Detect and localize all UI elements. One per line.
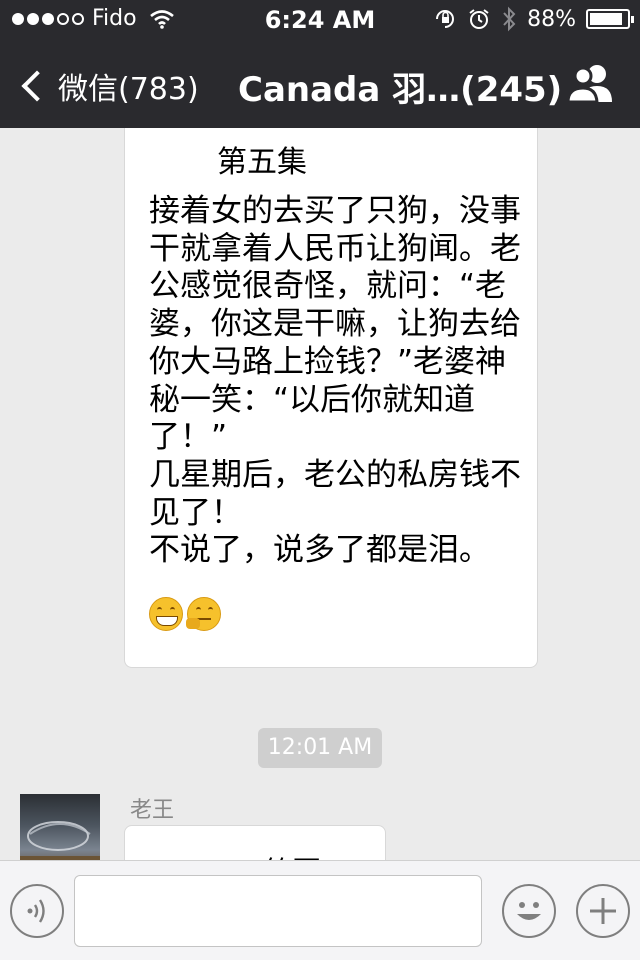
chat-title: Canada 羽…(245) bbox=[238, 70, 563, 110]
grinning-face-icon bbox=[149, 597, 183, 631]
voice-icon bbox=[27, 899, 45, 923]
thinking-face-icon bbox=[186, 597, 221, 631]
input-bar bbox=[0, 860, 640, 960]
message-input[interactable] bbox=[74, 875, 482, 947]
voice-input-button[interactable] bbox=[10, 884, 64, 938]
bluetooth-icon bbox=[503, 6, 516, 32]
battery-level bbox=[590, 13, 622, 25]
back-label: 微信(783) bbox=[58, 72, 199, 107]
status-bar: Fido 6:24 AM 88% bbox=[0, 0, 640, 40]
incoming-message-text: C JOHN 答覆! bbox=[155, 850, 332, 860]
message-timestamp: 12:01 AM bbox=[258, 728, 382, 768]
group-members-icon[interactable] bbox=[566, 62, 614, 106]
incoming-message-bubble[interactable]: C JOHN 答覆! bbox=[124, 825, 386, 860]
emoji-row bbox=[149, 597, 221, 631]
battery-icon bbox=[586, 9, 634, 29]
emoji-button[interactable] bbox=[502, 884, 556, 938]
nav-bar: 微信(783) Canada 羽…(245) bbox=[0, 40, 640, 128]
alarm-clock-icon bbox=[469, 9, 489, 29]
back-button[interactable]: 微信(783) bbox=[18, 64, 199, 108]
orientation-lock-icon bbox=[436, 10, 455, 28]
avatar-image bbox=[20, 821, 100, 860]
top-bar: Fido 6:24 AM 88% 微信(783) Canada 羽…(245) bbox=[0, 0, 640, 128]
status-right: 88% bbox=[433, 6, 634, 32]
chevron-left-icon bbox=[21, 70, 53, 102]
message-text: 接着女的去买了只狗，没事干就拿着人民币让狗闻。老公感觉很奇怪，就问：“老婆，你这… bbox=[149, 193, 521, 569]
sender-name: 老王 bbox=[130, 798, 175, 823]
more-options-button[interactable] bbox=[576, 884, 630, 938]
avatar[interactable] bbox=[20, 794, 100, 860]
battery-percent: 88% bbox=[527, 6, 576, 32]
chat-area[interactable]: 第五集 接着女的去买了只狗，没事干就拿着人民币让狗闻。老公感觉很奇怪，就问：“老… bbox=[0, 128, 640, 860]
message-bubble[interactable]: 第五集 接着女的去买了只狗，没事干就拿着人民币让狗闻。老公感觉很奇怪，就问：“老… bbox=[124, 128, 538, 668]
message-heading: 第五集 bbox=[217, 145, 307, 180]
smiley-icon bbox=[517, 902, 541, 920]
plus-icon bbox=[590, 898, 616, 924]
